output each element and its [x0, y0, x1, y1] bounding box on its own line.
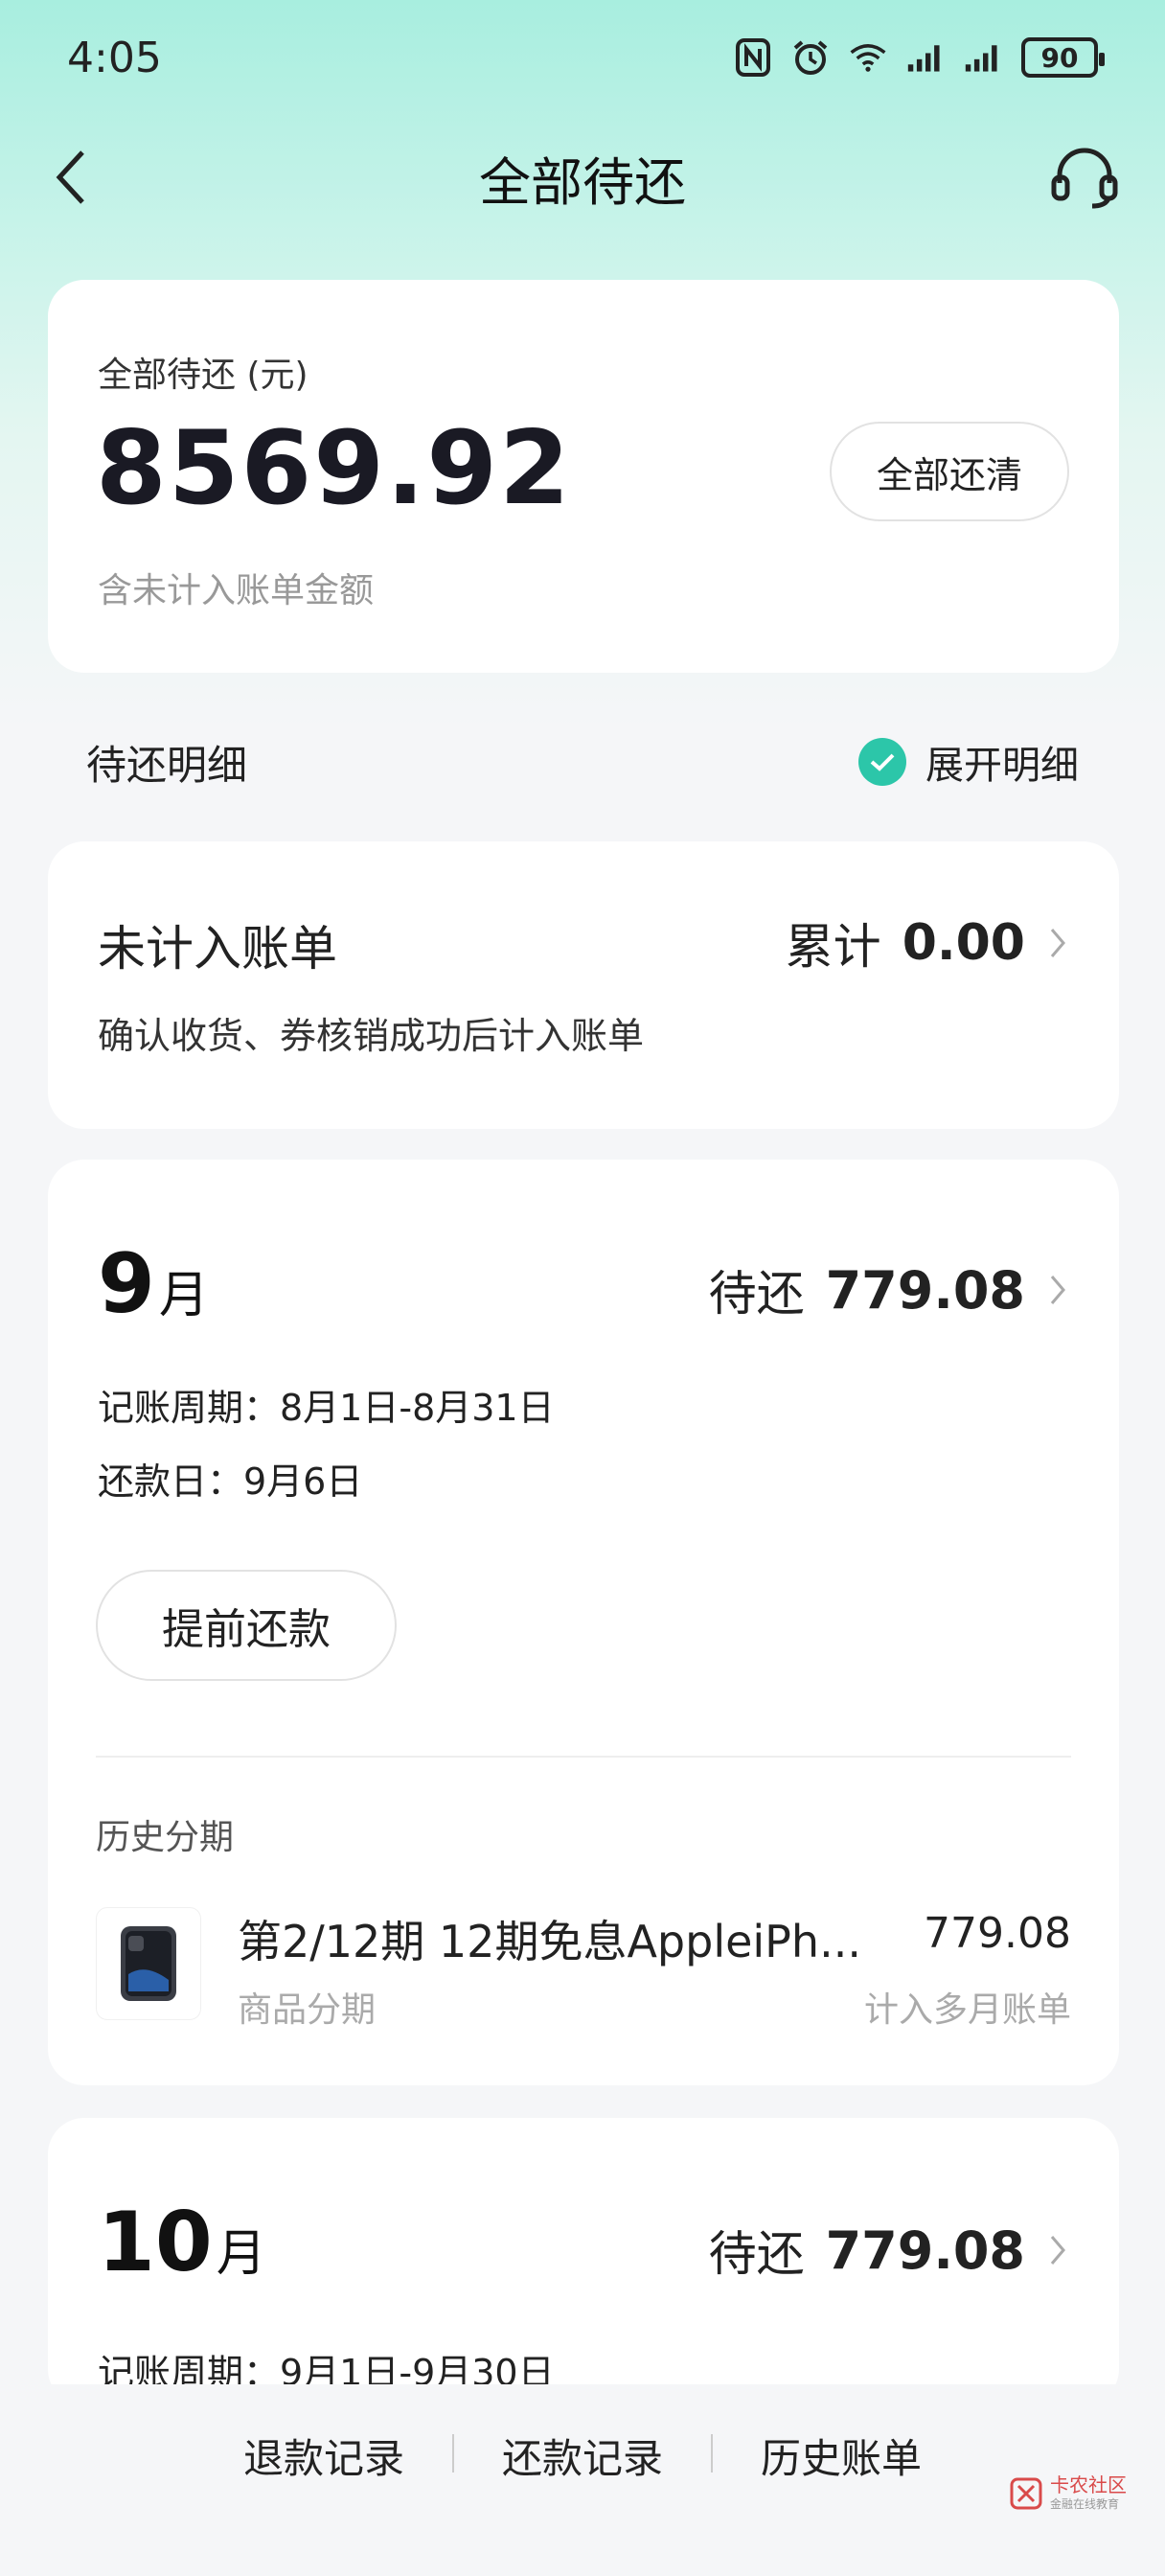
month-card-october: 10 月 待还 779.08 记账周期：9月1日-9月30日 [48, 2118, 1119, 2405]
status-icons: 90 [734, 37, 1105, 78]
month-suffix: 月 [158, 1267, 209, 1324]
month-card-september: 9 月 待还 779.08 记账周期：8月1日-8月31日 还款日：9月6日 提… [48, 1160, 1119, 2085]
watermark: 卡农社区 金融在线教育 [1010, 2474, 1127, 2512]
month-number: 9 [98, 1236, 155, 1332]
installment-item-note: 计入多月账单 [863, 1990, 1071, 2030]
billing-period: 记账周期：8月1日-8月31日 [98, 1387, 555, 1429]
repayment-day: 还款日：9月6日 [98, 1460, 363, 1503]
chevron-right-icon [1046, 924, 1069, 962]
battery-indicator: 90 [1021, 37, 1105, 78]
chevron-right-icon [1046, 1271, 1069, 1309]
headset-icon [1051, 148, 1118, 209]
page-title: 全部待还 [479, 151, 686, 213]
check-icon [858, 738, 906, 786]
month-due-label: 待还 [708, 2226, 805, 2282]
month-number: 10 [98, 2195, 213, 2290]
expand-detail-toggle[interactable]: 展开明细 [858, 734, 1079, 790]
expand-detail-label: 展开明细 [925, 744, 1079, 788]
watermark-subtext: 金融在线教育 [1050, 2497, 1120, 2511]
month-suffix: 月 [216, 2225, 266, 2283]
nfc-icon [734, 38, 772, 77]
watermark-text: 卡农社区 [1050, 2473, 1127, 2496]
month-due-link[interactable]: 待还 779.08 [709, 2216, 1069, 2285]
history-installments-label: 历史分期 [96, 1818, 235, 1857]
unbilled-title: 未计入账单 [98, 921, 337, 977]
refund-records-link[interactable]: 退款记录 [195, 2426, 452, 2485]
detail-title: 待还明细 [86, 741, 248, 789]
pay-all-button[interactable]: 全部还清 [830, 422, 1069, 521]
status-bar: 4:05 90 [0, 0, 1165, 115]
back-arrow-icon [56, 150, 84, 204]
unbilled-total: 累计 0.00 [786, 908, 1069, 978]
signal-icon-2 [964, 38, 1002, 77]
unbilled-total-amount: 0.00 [902, 914, 1025, 972]
month-due-link[interactable]: 待还 779.08 [709, 1255, 1069, 1324]
installment-item-amount: 779.08 [924, 1909, 1071, 1958]
wifi-icon [849, 38, 887, 77]
repayment-records-link[interactable]: 还款记录 [454, 2426, 711, 2485]
total-due-card: 全部待还 (元) 8569.92 含未计入账单金额 全部还清 [48, 280, 1119, 673]
status-time: 4:05 [67, 33, 162, 82]
phone-image-icon [121, 1926, 176, 2001]
month-heading: 10 月 [98, 2195, 266, 2290]
total-due-note: 含未计入账单金额 [98, 571, 375, 610]
detail-header: 待还明细 展开明细 [0, 714, 1165, 810]
nav-bar: 全部待还 [0, 125, 1165, 230]
customer-service-button[interactable] [1046, 144, 1123, 213]
chevron-right-icon [1046, 2231, 1069, 2269]
month-due-label: 待还 [708, 1266, 805, 1322]
bottom-action-bar: 退款记录 还款记录 历史账单 [0, 2384, 1165, 2576]
month-due-amount: 779.08 [825, 2220, 1025, 2281]
divider [96, 1756, 1071, 1758]
total-due-amount: 8569.92 [96, 409, 572, 527]
installment-item-title[interactable]: 第2/12期 12期免息AppleiPh... [238, 1907, 927, 1970]
prepay-button[interactable]: 提前还款 [96, 1570, 397, 1681]
watermark-logo-icon [1010, 2477, 1042, 2509]
product-thumbnail[interactable] [96, 1907, 201, 2020]
installment-item-type: 商品分期 [238, 1990, 377, 2030]
month-heading: 9 月 [98, 1236, 209, 1332]
history-bills-link[interactable]: 历史账单 [713, 2426, 970, 2485]
month-due-amount: 779.08 [825, 1259, 1025, 1321]
total-due-label: 全部待还 (元) [98, 356, 308, 395]
signal-icon-1 [906, 38, 945, 77]
back-button[interactable] [42, 146, 100, 209]
unbilled-card[interactable]: 未计入账单 累计 0.00 确认收货、券核销成功后计入账单 [48, 841, 1119, 1129]
unbilled-note: 确认收货、券核销成功后计入账单 [98, 1015, 645, 1057]
alarm-icon [791, 38, 830, 77]
unbilled-total-label: 累计 [785, 919, 881, 975]
